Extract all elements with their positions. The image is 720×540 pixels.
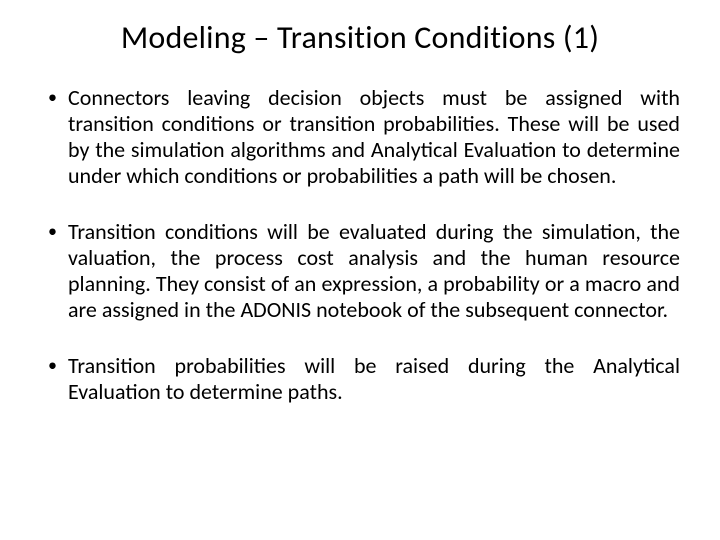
slide: Modeling – Transition Conditions (1) Con…: [0, 0, 720, 540]
bullet-list: Connectors leaving decision objects must…: [40, 85, 680, 405]
bullet-item: Transition probabilities will be raised …: [40, 353, 680, 405]
bullet-item: Connectors leaving decision objects must…: [40, 85, 680, 189]
bullet-item: Transition conditions will be evaluated …: [40, 219, 680, 323]
slide-title: Modeling – Transition Conditions (1): [40, 18, 680, 57]
